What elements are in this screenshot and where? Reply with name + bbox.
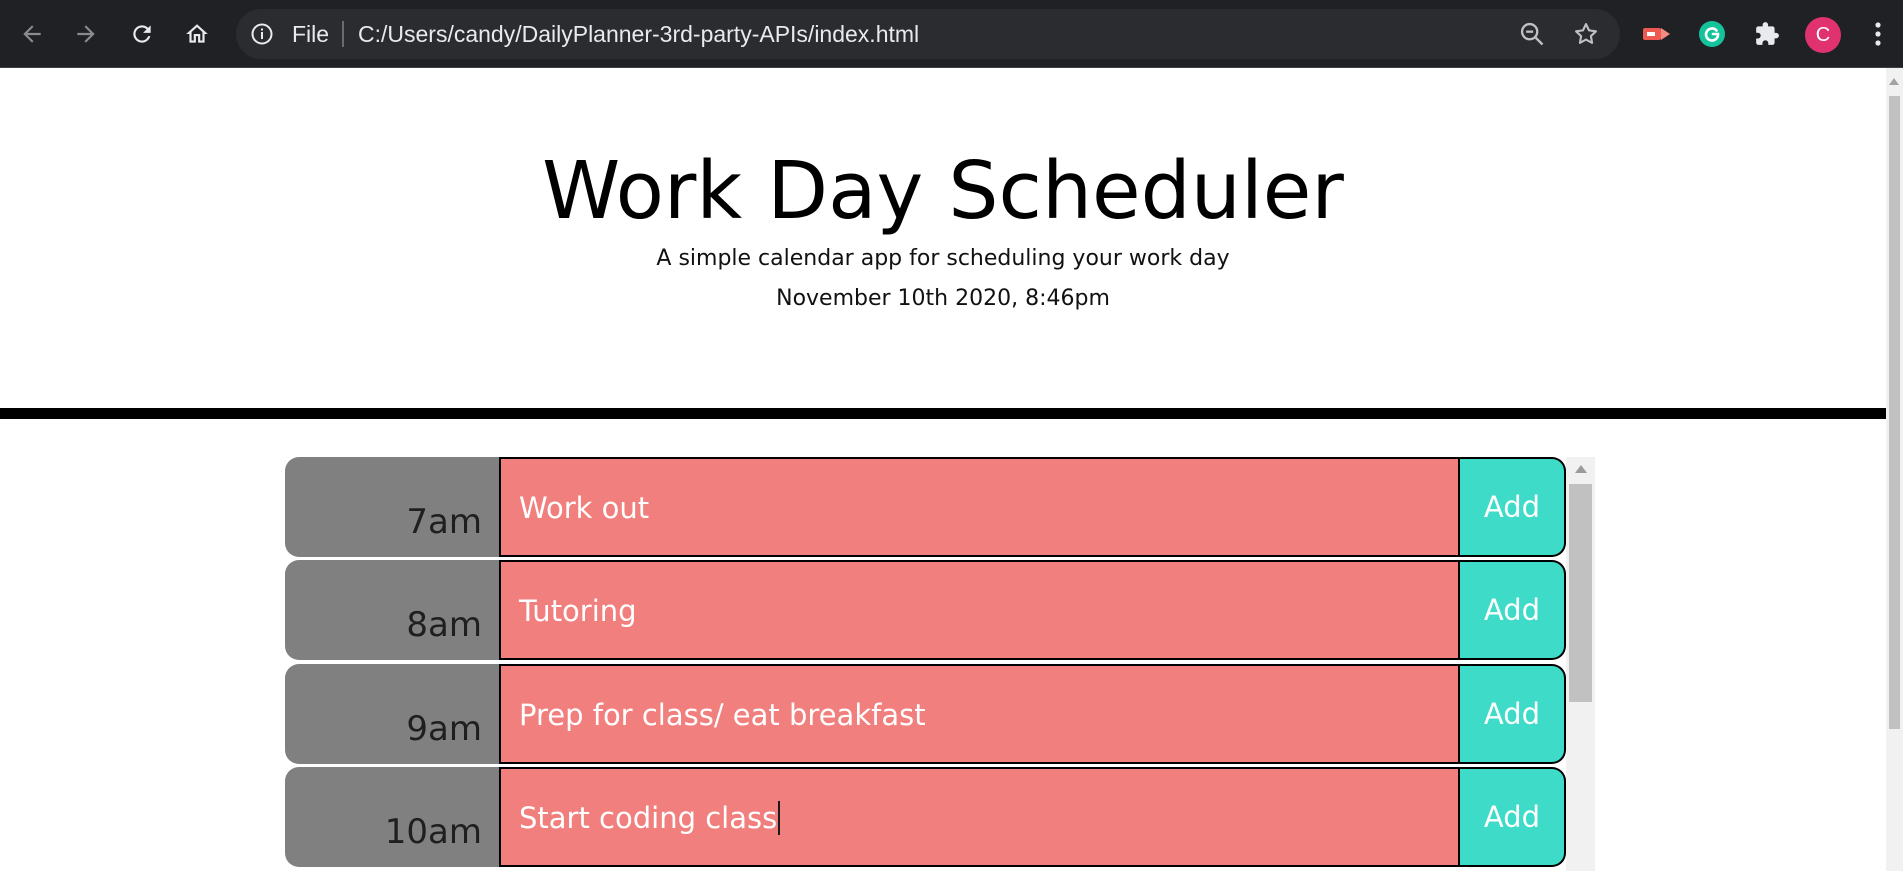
hour-cell: 9am <box>285 664 499 764</box>
task-text: Tutoring <box>519 594 637 628</box>
task-textarea[interactable]: Work out <box>499 457 1459 557</box>
scroll-up-arrow-icon[interactable] <box>1889 78 1899 85</box>
scrollbar-thumb[interactable] <box>1889 96 1900 729</box>
hour-label: 7am <box>406 502 482 542</box>
add-button[interactable]: Add <box>1459 457 1566 557</box>
add-button[interactable]: Add <box>1459 767 1566 867</box>
address-separator <box>342 21 344 47</box>
task-text: Prep for class/ eat breakfast <box>519 698 926 732</box>
add-button[interactable]: Add <box>1459 664 1566 764</box>
text-caret <box>778 801 781 835</box>
page-title: Work Day Scheduler <box>542 145 1344 237</box>
url-text[interactable]: C:/Users/candy/DailyPlanner-3rd-party-AP… <box>358 21 919 47</box>
menu-kebab-icon[interactable] <box>1860 16 1896 52</box>
star-icon[interactable] <box>1572 20 1600 48</box>
reload-icon[interactable] <box>124 16 160 52</box>
page-viewport: Work Day Scheduler A simple calendar app… <box>0 68 1886 871</box>
info-icon[interactable] <box>250 22 274 46</box>
schedule-scrollbar[interactable] <box>1566 457 1595 871</box>
home-icon[interactable] <box>179 16 215 52</box>
extensions-puzzle-icon[interactable] <box>1749 16 1785 52</box>
scheme-label: File <box>292 21 330 47</box>
scrollbar-thumb[interactable] <box>1569 484 1592 702</box>
hour-cell: 7am <box>285 457 499 557</box>
time-block-row: 9am Prep for class/ eat breakfast Add <box>285 664 1566 764</box>
task-text: Work out <box>519 491 650 525</box>
time-block-row: 8am Tutoring Add <box>285 560 1566 660</box>
time-block-row: 7am Work out Add <box>285 457 1566 557</box>
grammarly-extension-icon[interactable] <box>1694 16 1730 52</box>
hour-cell: 10am <box>285 767 499 867</box>
hour-label: 8am <box>406 605 482 645</box>
zoom-out-icon[interactable] <box>1518 20 1546 48</box>
forward-icon[interactable] <box>68 16 104 52</box>
hour-label: 10am <box>384 812 482 852</box>
page-subtitle: A simple calendar app for scheduling you… <box>656 246 1230 271</box>
add-button[interactable]: Add <box>1459 560 1566 660</box>
hour-label: 9am <box>406 709 482 749</box>
back-icon[interactable] <box>14 16 50 52</box>
page-scrollbar[interactable] <box>1886 68 1903 871</box>
address-bar[interactable]: File C:/Users/candy/DailyPlanner-3rd-par… <box>236 9 1620 59</box>
task-text: Start coding class <box>519 801 778 835</box>
task-textarea[interactable]: Start coding class <box>499 767 1459 867</box>
jumbotron-header: Work Day Scheduler A simple calendar app… <box>0 68 1886 408</box>
time-block-row: 10am Start coding class Add <box>285 767 1566 867</box>
header-divider <box>0 408 1886 419</box>
screencast-extension-icon[interactable] <box>1639 16 1675 52</box>
current-datetime: November 10th 2020, 8:46pm <box>776 286 1110 311</box>
hour-cell: 8am <box>285 560 499 660</box>
task-textarea[interactable]: Prep for class/ eat breakfast <box>499 664 1459 764</box>
scroll-up-arrow-icon[interactable] <box>1575 465 1587 473</box>
task-textarea[interactable]: Tutoring <box>499 560 1459 660</box>
browser-toolbar: File C:/Users/candy/DailyPlanner-3rd-par… <box>0 0 1903 68</box>
task-text-with-caret: Start coding class <box>519 801 781 835</box>
profile-avatar[interactable]: C <box>1805 17 1841 53</box>
